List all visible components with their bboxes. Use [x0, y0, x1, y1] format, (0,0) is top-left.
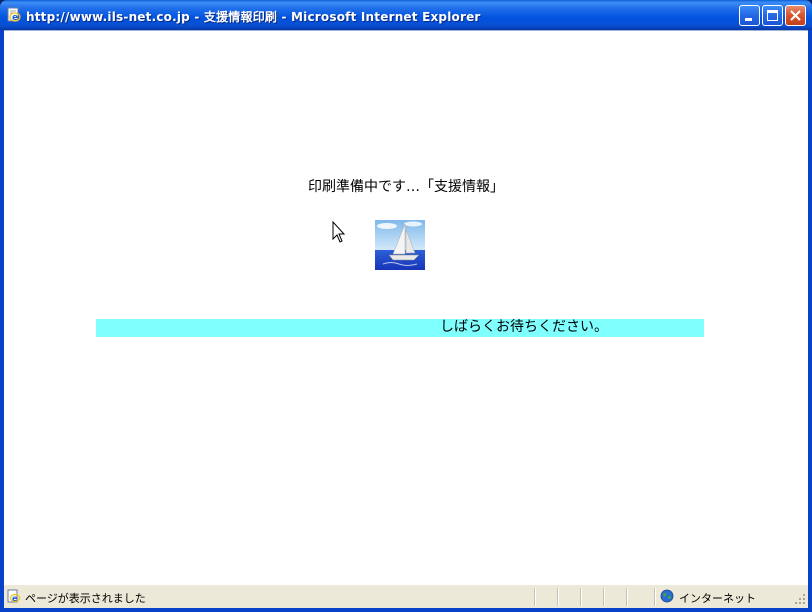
- close-icon: [790, 10, 801, 21]
- window-frame-bottom: [0, 608, 812, 612]
- title-bar[interactable]: e http://www.ils-net.co.jp - 支援情報印刷 - Mi…: [0, 0, 812, 30]
- globe-icon: [660, 589, 674, 603]
- resize-grip-icon[interactable]: [794, 593, 806, 605]
- browser-window: e http://www.ils-net.co.jp - 支援情報印刷 - Mi…: [0, 0, 812, 612]
- maximize-icon: [767, 10, 778, 21]
- security-zone-label: インターネット: [679, 592, 756, 605]
- status-bar: e ページが表示されました インターネット: [4, 584, 808, 608]
- minimize-button[interactable]: [739, 5, 760, 26]
- minimize-icon: [745, 18, 752, 21]
- status-divider: [534, 588, 536, 606]
- maximize-button[interactable]: [762, 5, 783, 26]
- printing-message: 印刷準備中です…「支援情報」: [308, 179, 504, 195]
- please-wait-text: しばらくお待ちください。: [440, 319, 608, 335]
- status-divider: [626, 588, 628, 606]
- status-text: ページが表示されました: [25, 592, 146, 605]
- wait-message-bar: しばらくお待ちください。: [96, 319, 704, 337]
- sailboat-image: [375, 220, 425, 270]
- window-frame-right: [808, 30, 812, 612]
- close-button[interactable]: [785, 5, 806, 26]
- ie-page-icon: e: [6, 7, 22, 23]
- page-content: 印刷準備中です…「支援情報」 しばらくお待ちください。: [4, 30, 808, 584]
- status-divider: [603, 588, 605, 606]
- svg-text:e: e: [12, 13, 18, 23]
- svg-text:e: e: [12, 594, 18, 603]
- mouse-cursor-icon: [332, 220, 348, 245]
- window-title: http://www.ils-net.co.jp - 支援情報印刷 - Micr…: [26, 10, 481, 24]
- status-divider: [580, 588, 582, 606]
- status-divider: [654, 588, 656, 606]
- status-divider: [557, 588, 559, 606]
- page-loaded-icon: e: [7, 589, 21, 603]
